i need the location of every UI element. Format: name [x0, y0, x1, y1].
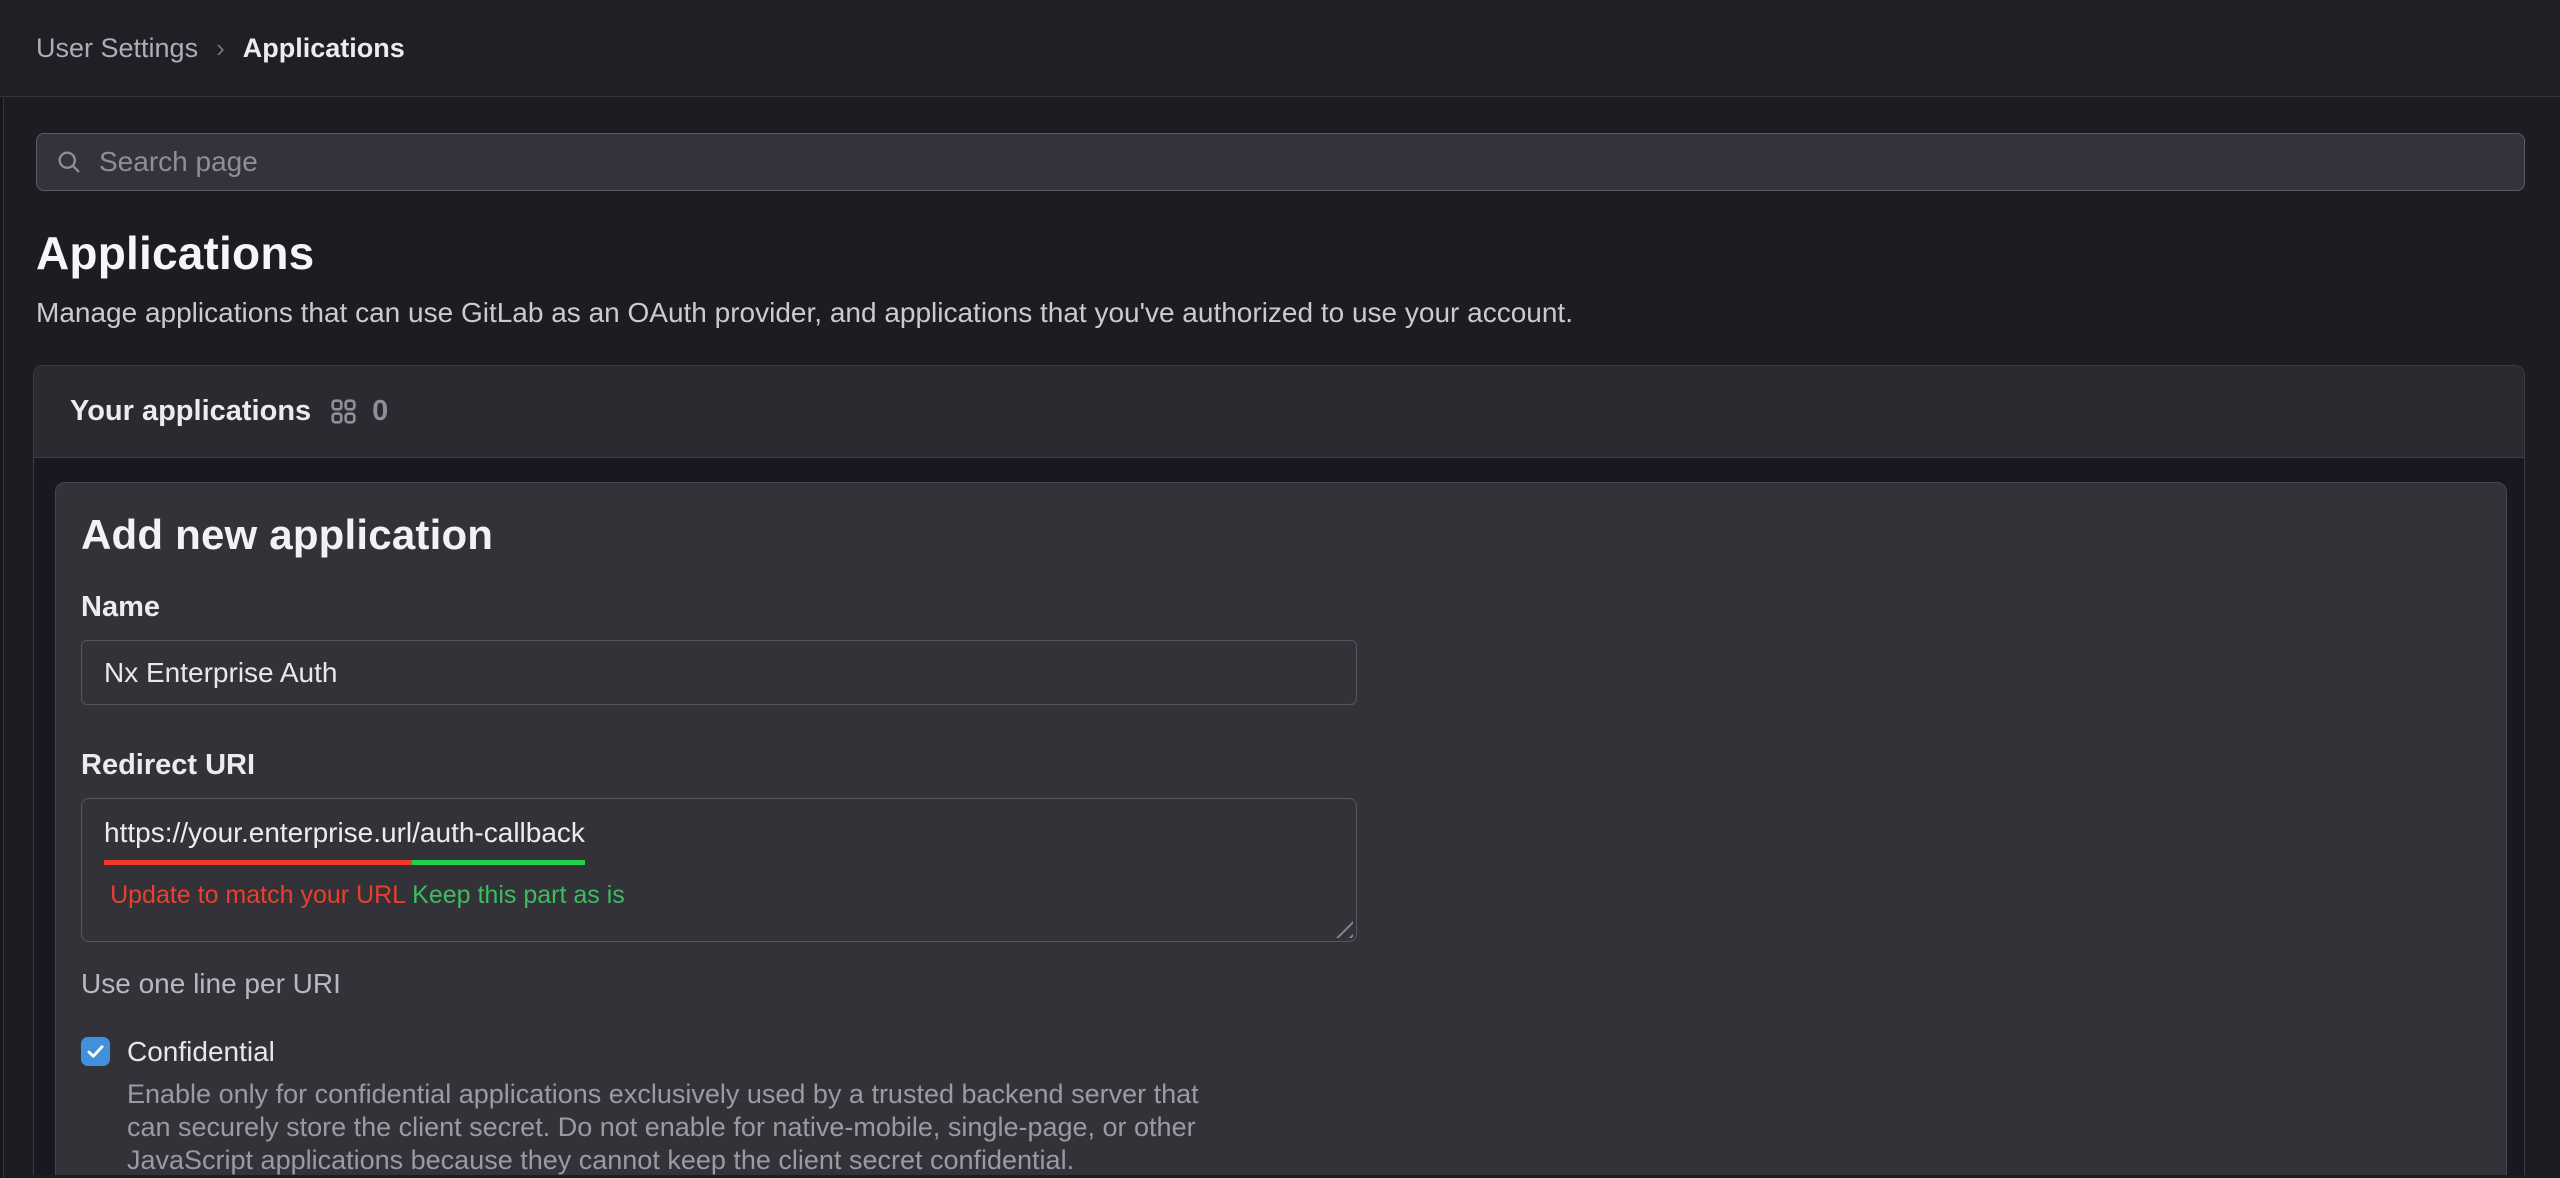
name-label: Name	[81, 591, 2506, 624]
textarea-resize-handle[interactable]	[1336, 921, 1353, 938]
confidential-help: Enable only for confidential application…	[127, 1078, 2506, 1175]
applications-count-badge: 0	[372, 395, 388, 428]
page-search[interactable]	[36, 133, 2525, 191]
search-input[interactable]	[99, 146, 2506, 178]
applications-grid-icon	[330, 398, 357, 425]
redirect-uri-annotations: https://your.enterprise.url Update to ma…	[104, 875, 625, 910]
confidential-label[interactable]: Confidential	[127, 1034, 275, 1070]
breadcrumb-user-settings[interactable]: User Settings	[36, 33, 198, 64]
redirect-uri-label: Redirect URI	[81, 749, 2506, 782]
collapsed-sidebar-edge	[0, 98, 4, 1178]
redirect-uri-help: Use one line per URI	[81, 968, 2506, 1000]
main-content: Applications Manage applications that ca…	[0, 97, 2560, 1175]
search-icon	[55, 148, 83, 176]
annotation-update-url: Update to match your URL	[104, 881, 412, 910]
breadcrumb: User Settings › Applications	[36, 33, 405, 64]
annotation-keep-part: Keep this part as is	[412, 881, 625, 910]
redirect-uri-value: https://your.enterprise.url/auth-callbac…	[104, 817, 585, 865]
panel-title: Your applications	[70, 395, 311, 428]
redirect-uri-path-part: /auth-callback	[412, 817, 585, 865]
panel-body: Add new application Name Nx Enterprise A…	[34, 458, 2524, 1175]
redirect-uri-host-part: https://your.enterprise.url	[104, 817, 412, 865]
confidential-checkbox[interactable]	[81, 1037, 110, 1066]
form-title: Add new application	[81, 511, 2506, 559]
your-applications-header: Your applications 0	[34, 366, 2524, 458]
redirect-uri-textarea[interactable]: https://your.enterprise.url/auth-callbac…	[81, 798, 1357, 942]
breadcrumb-applications: Applications	[243, 33, 405, 64]
checkbox-check-icon	[86, 1042, 105, 1061]
application-name-input[interactable]: Nx Enterprise Auth	[81, 640, 1357, 705]
application-name-value: Nx Enterprise Auth	[104, 657, 337, 689]
topbar: User Settings › Applications	[0, 0, 2560, 97]
page-description: Manage applications that can use GitLab …	[36, 293, 2525, 333]
your-applications-panel: Your applications 0 Add new application …	[33, 365, 2525, 1175]
chevron-right-icon: ›	[198, 33, 243, 64]
add-new-application-card: Add new application Name Nx Enterprise A…	[55, 482, 2507, 1175]
page-title: Applications	[36, 225, 2525, 281]
